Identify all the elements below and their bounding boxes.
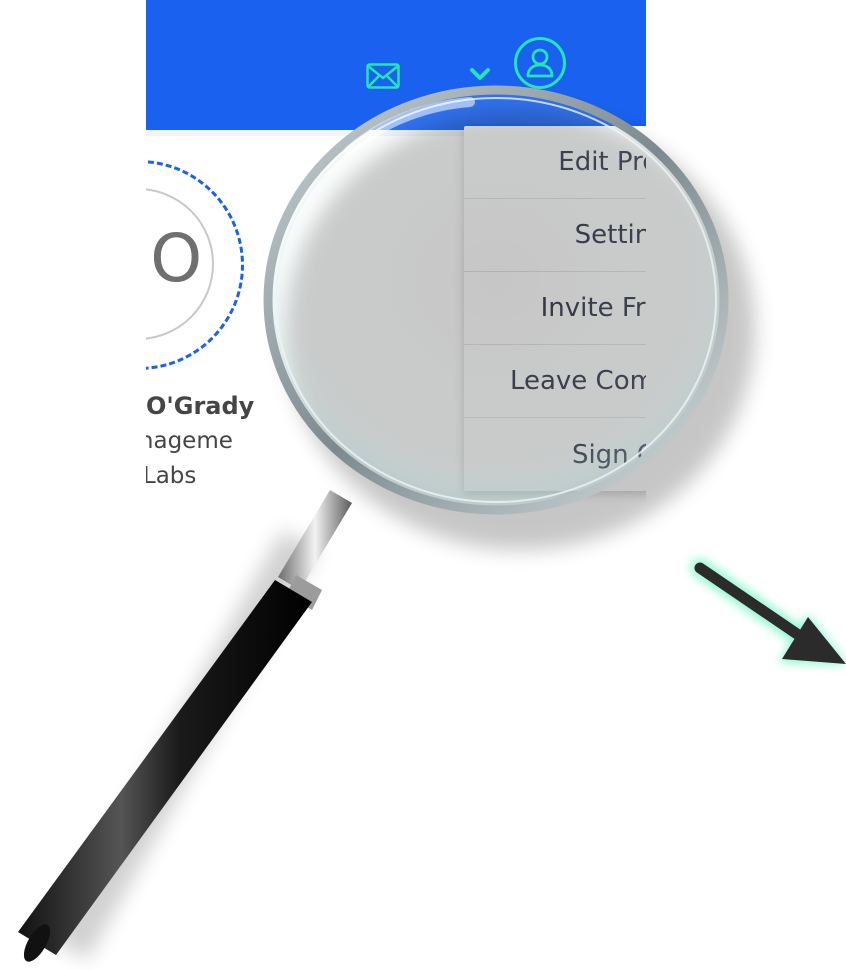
envelope-icon[interactable] — [366, 62, 400, 90]
top-navigation-bar — [146, 0, 646, 130]
menu-item-invite-friends[interactable]: Invite Friends — [464, 272, 646, 345]
profile-job-title: ct Manageme — [146, 428, 233, 454]
user-circle-icon — [526, 48, 554, 78]
profile-company: n Labs — [146, 463, 197, 489]
menu-item-settings[interactable]: Settings — [464, 199, 646, 272]
chevron-down-icon[interactable] — [468, 62, 492, 86]
menu-item-edit-profile[interactable]: Edit Profile — [464, 126, 646, 199]
avatar-initials: JO — [146, 220, 205, 297]
profile-name: O'Grady — [146, 392, 255, 420]
user-dropdown-menu: Edit Profile Settings Invite Friends Lea… — [464, 126, 646, 491]
user-avatar-button[interactable] — [514, 37, 566, 89]
app-window: JO O'Grady ct Manageme n Labs Edit Profi… — [146, 0, 646, 548]
profile-avatar: JO — [146, 160, 254, 380]
menu-item-sign-out[interactable]: Sign Out — [464, 418, 646, 491]
menu-item-leave-community[interactable]: Leave Community — [464, 345, 646, 418]
